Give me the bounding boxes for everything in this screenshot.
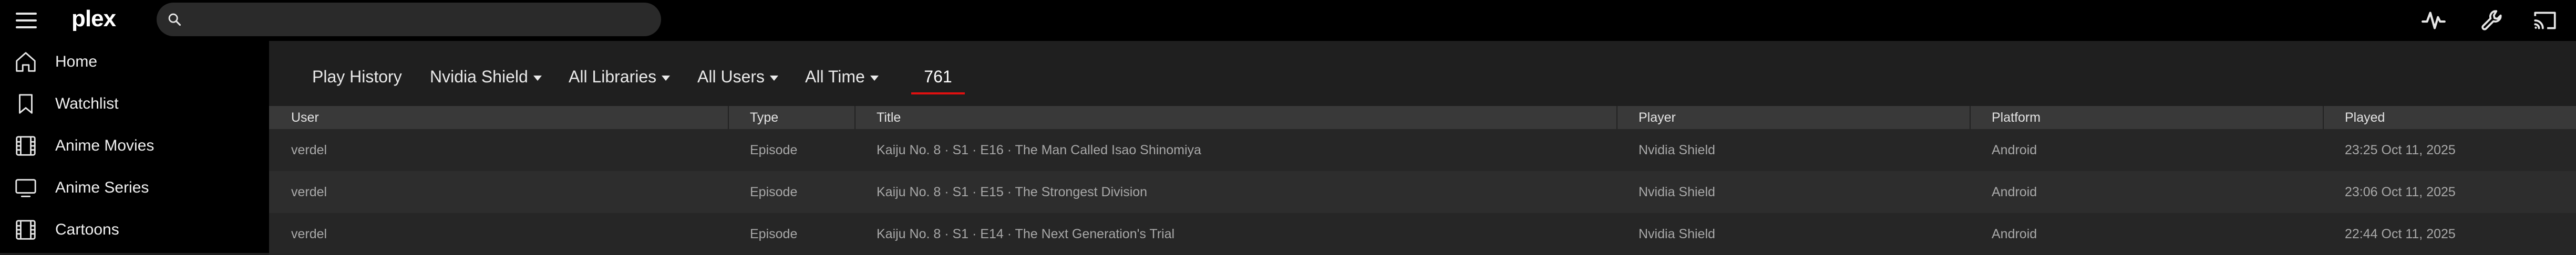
cell-user: verdel (291, 185, 327, 199)
cell-player: Nvidia Shield (1639, 227, 1715, 241)
users-filter-label: All Users (697, 67, 765, 86)
cell-title[interactable]: Kaiju No. 8 · S1 · E15 · The Strongest D… (877, 171, 1147, 213)
cell-played: 22:44 Oct 11, 2025 (2345, 227, 2456, 241)
filter-bar: Play History Nvidia Shield All Libraries… (269, 41, 2576, 106)
history-count: 761 (924, 67, 952, 86)
play-history-title: Play History (312, 64, 402, 89)
history-table: User Type Title Player Platform Played v… (269, 106, 2576, 255)
search-input[interactable] (190, 3, 653, 36)
column-header-player[interactable]: Player (1639, 106, 1676, 129)
column-divider[interactable] (728, 106, 729, 129)
device-filter-dropdown[interactable]: Nvidia Shield (430, 64, 542, 89)
time-filter-label: All Time (805, 67, 865, 86)
sidebar-item-label: Cartoons (55, 221, 119, 238)
cell-title[interactable]: Kaiju No. 8 · S1 · E14 · The Next Genera… (877, 213, 1174, 255)
column-header-type[interactable]: Type (750, 106, 778, 129)
search-bar[interactable] (157, 3, 661, 36)
wrench-icon[interactable] (2479, 7, 2506, 34)
sidebar-item-anime-series[interactable]: Anime Series (0, 167, 269, 209)
sidebar-item-anime-movies[interactable]: Anime Movies (0, 125, 269, 167)
table-header: User Type Title Player Platform Played (269, 106, 2576, 129)
cell-user: verdel (291, 227, 327, 241)
device-filter-label: Nvidia Shield (430, 67, 528, 86)
main-content: Play History Nvidia Shield All Libraries… (269, 41, 2576, 255)
plex-logo[interactable]: plex (71, 3, 116, 35)
sidebar-item-label: Home (55, 53, 98, 70)
page-title: Play History (312, 67, 402, 86)
film-icon (16, 220, 36, 240)
column-header-user[interactable]: User (291, 106, 319, 129)
sidebar-item-watchlist[interactable]: Watchlist (0, 83, 269, 125)
cell-title[interactable]: Kaiju No. 8 · S1 · E16 · The Man Called … (877, 129, 1201, 171)
column-header-played[interactable]: Played (2345, 106, 2385, 129)
top-bar: plex (0, 0, 2576, 41)
caret-down-icon (770, 75, 779, 81)
sidebar-item-label: Anime Movies (55, 137, 154, 154)
libraries-filter-label: All Libraries (569, 67, 657, 86)
cell-played: 23:06 Oct 11, 2025 (2345, 185, 2456, 199)
cell-platform: Android (1992, 227, 2037, 241)
column-header-platform[interactable]: Platform (1992, 106, 2041, 129)
caret-down-icon (870, 75, 879, 81)
home-icon (16, 52, 36, 72)
cell-player: Nvidia Shield (1639, 185, 1715, 199)
bookmark-icon (19, 94, 33, 114)
users-filter-dropdown[interactable]: All Users (697, 64, 779, 89)
sidebar-item-cartoons[interactable]: Cartoons (0, 209, 269, 251)
cell-platform: Android (1992, 143, 2037, 157)
cell-type: Episode (750, 227, 798, 241)
film-icon (16, 136, 36, 156)
tv-icon (15, 179, 36, 197)
cell-platform: Android (1992, 185, 2037, 199)
cell-type: Episode (750, 143, 798, 157)
table-row[interactable]: verdel Episode Kaiju No. 8 · S1 · E16 · … (269, 129, 2576, 171)
column-divider[interactable] (1616, 106, 1617, 129)
caret-down-icon (533, 75, 542, 81)
sidebar-item-label: Watchlist (55, 95, 119, 112)
sidebar-item-label: Anime Series (55, 179, 149, 196)
search-icon (168, 13, 181, 26)
table-row[interactable]: verdel Episode Kaiju No. 8 · S1 · E14 · … (269, 213, 2576, 255)
time-filter-dropdown[interactable]: All Time (805, 64, 879, 89)
cell-player: Nvidia Shield (1639, 143, 1715, 157)
sidebar-item-home[interactable]: Home (0, 41, 269, 83)
cell-played: 23:25 Oct 11, 2025 (2345, 143, 2456, 157)
cell-user: verdel (291, 143, 327, 157)
libraries-filter-dropdown[interactable]: All Libraries (569, 64, 671, 89)
logo-text: plex (71, 6, 116, 31)
table-row[interactable]: verdel Episode Kaiju No. 8 · S1 · E15 · … (269, 171, 2576, 213)
column-divider[interactable] (2323, 106, 2324, 129)
column-divider[interactable] (854, 106, 856, 129)
sidebar: Home Watchlist Anime Movies Anime Series (0, 41, 269, 253)
cell-type: Episode (750, 185, 798, 199)
history-count-tab[interactable]: 761 (911, 64, 965, 94)
menu-icon[interactable] (16, 13, 37, 28)
column-divider[interactable] (1970, 106, 1971, 129)
activity-icon[interactable] (2420, 7, 2447, 34)
cast-icon[interactable] (2532, 7, 2558, 34)
caret-down-icon (662, 75, 671, 81)
column-header-title[interactable]: Title (877, 106, 901, 129)
